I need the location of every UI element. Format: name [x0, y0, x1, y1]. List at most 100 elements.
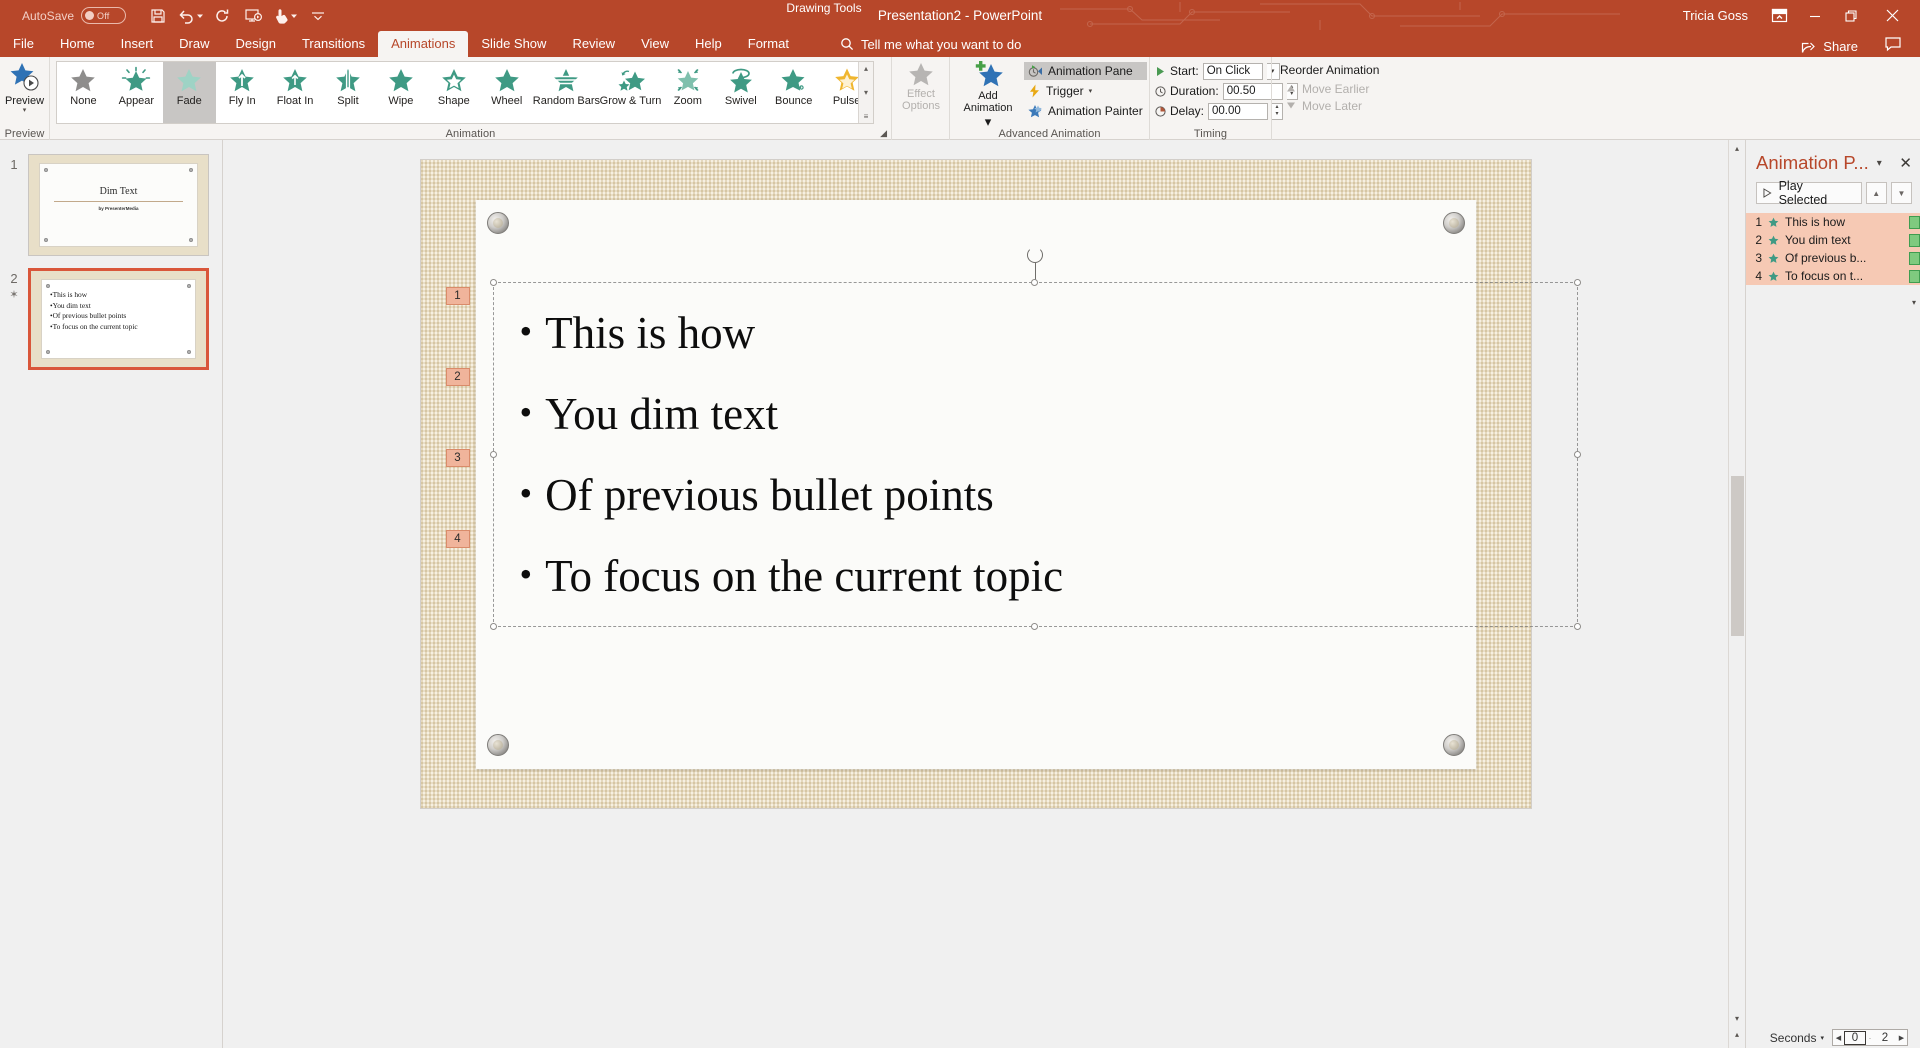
- play-selected-button[interactable]: Play Selected: [1756, 179, 1862, 207]
- animation-number-badge-2[interactable]: 2: [445, 368, 470, 386]
- timeline-value-left[interactable]: 0: [1844, 1030, 1866, 1045]
- animation-item-4-duration-bar[interactable]: [1909, 269, 1920, 283]
- tab-draw[interactable]: Draw: [166, 31, 222, 57]
- tab-format[interactable]: Format: [735, 31, 802, 57]
- animation-number-badge-3[interactable]: 3: [445, 449, 470, 467]
- delay-value[interactable]: 00.00: [1208, 102, 1269, 120]
- next-slide-icon[interactable]: ▾: [1729, 1042, 1746, 1048]
- comments-icon[interactable]: [1884, 36, 1902, 55]
- gallery-item-split[interactable]: Split: [322, 62, 375, 123]
- close-icon[interactable]: [1870, 0, 1914, 31]
- save-icon[interactable]: [144, 4, 172, 28]
- content-placeholder-textbox[interactable]: 1 • This is how 2 • You dim text 3 • Of …: [445, 247, 1581, 630]
- resize-handle-top-left[interactable]: [489, 279, 497, 286]
- gallery-item-wipe[interactable]: Wipe: [374, 62, 427, 123]
- gallery-more-icon[interactable]: ≡: [864, 112, 869, 121]
- animation-pane-close-icon[interactable]: ✕: [1899, 156, 1912, 171]
- animation-move-up-button[interactable]: ▲: [1865, 182, 1887, 204]
- undo-icon[interactable]: [176, 4, 204, 28]
- gallery-item-float-in[interactable]: Float In: [269, 62, 322, 123]
- thumbnail-row-2[interactable]: 2 ✶ •This is how •You dim text •Of previ…: [0, 268, 222, 370]
- gallery-scrollbar[interactable]: ▴ ▾ ≡: [858, 62, 873, 123]
- gallery-item-fade[interactable]: Fade: [162, 62, 216, 123]
- gallery-scroll-up-icon[interactable]: ▴: [864, 64, 868, 73]
- bullet-list[interactable]: 1 • This is how 2 • You dim text 3 • Of …: [445, 283, 1577, 617]
- gallery-scroll-down-icon[interactable]: ▾: [864, 88, 868, 97]
- scroll-thumb[interactable]: [1730, 476, 1744, 636]
- animation-item-3-duration-bar[interactable]: [1909, 251, 1920, 265]
- autosave-toggle[interactable]: Off: [81, 7, 127, 24]
- resize-handle-bottom-right[interactable]: [1573, 623, 1581, 630]
- animation-list-item-2[interactable]: 2 You dim text: [1746, 231, 1920, 249]
- slide-thumbnail-1[interactable]: Dim Text by PresenterMedia: [28, 154, 209, 256]
- slide-thumbnail-2[interactable]: •This is how •You dim text •Of previous …: [28, 268, 209, 370]
- gallery-item-none[interactable]: None: [57, 62, 110, 123]
- tab-home[interactable]: Home: [47, 31, 108, 57]
- gallery-item-random-bars[interactable]: Random Bars: [533, 62, 600, 123]
- animation-painter-button[interactable]: Animation Painter: [1024, 102, 1147, 120]
- canvas-vertical-scrollbar[interactable]: ▴ ▾ ▴ ▾: [1728, 140, 1746, 1048]
- tab-review[interactable]: Review: [559, 31, 628, 57]
- share-button[interactable]: Share: [1801, 39, 1858, 54]
- tab-help[interactable]: Help: [682, 31, 735, 57]
- animation-pane-button[interactable]: Animation Pane: [1024, 62, 1147, 80]
- scroll-down-icon[interactable]: ▾: [1729, 1010, 1746, 1026]
- add-animation-button[interactable]: Add Animation ▾: [956, 60, 1020, 130]
- timeline-scale-control[interactable]: ◀ 0 · 2 ▶: [1832, 1029, 1908, 1046]
- animation-list-item-1[interactable]: 1 This is how: [1746, 213, 1920, 231]
- seconds-chevron-down-icon[interactable]: ▾: [1820, 1034, 1824, 1042]
- slide-surface[interactable]: 1 • This is how 2 • You dim text 3 • Of …: [420, 160, 1581, 808]
- resize-handle-bottom-center[interactable]: [1031, 623, 1038, 630]
- animation-move-down-button[interactable]: ▼: [1890, 182, 1912, 204]
- thumbnail-row-1[interactable]: 1 Dim Text by PresenterMedia: [0, 154, 222, 256]
- minimize-icon[interactable]: [1798, 3, 1832, 29]
- chevron-down-icon[interactable]: ▾: [23, 107, 27, 114]
- tab-animations[interactable]: Animations: [378, 31, 469, 57]
- resize-handle-middle-right[interactable]: [1573, 450, 1581, 458]
- tab-design[interactable]: Design: [223, 31, 289, 57]
- gallery-item-appear[interactable]: Appear: [110, 62, 163, 123]
- tab-insert[interactable]: Insert: [108, 31, 167, 57]
- touch-mode-icon[interactable]: [272, 4, 300, 28]
- resize-handle-middle-left[interactable]: [489, 450, 497, 458]
- seconds-dropdown[interactable]: Seconds ▾: [1770, 1031, 1824, 1045]
- autosave-control[interactable]: AutoSave Off: [22, 7, 127, 24]
- gallery-item-bounce[interactable]: Bounce: [767, 62, 820, 123]
- gallery-item-wheel[interactable]: Wheel: [480, 62, 533, 123]
- rotation-handle[interactable]: [1027, 247, 1043, 263]
- gallery-item-zoom[interactable]: Zoom: [661, 62, 714, 123]
- animation-list-item-4[interactable]: 4 To focus on t...: [1746, 267, 1920, 285]
- gallery-item-fly-in[interactable]: Fly In: [216, 62, 269, 123]
- timeline-right-arrow-icon[interactable]: ▶: [1896, 1034, 1907, 1042]
- animation-dialog-launcher[interactable]: ◢: [880, 128, 887, 139]
- timeline-left-arrow-icon[interactable]: ◀: [1833, 1034, 1844, 1042]
- animation-list-scroll-down-icon[interactable]: ▾: [1912, 298, 1916, 307]
- tab-view[interactable]: View: [628, 31, 682, 57]
- restore-icon[interactable]: [1834, 3, 1868, 29]
- customize-qat-icon[interactable]: [304, 4, 332, 28]
- animation-list-item-3[interactable]: 3 Of previous b...: [1746, 249, 1920, 267]
- start-from-beginning-icon[interactable]: [240, 4, 268, 28]
- tab-transitions[interactable]: Transitions: [289, 31, 378, 57]
- tab-slide-show[interactable]: Slide Show: [468, 31, 559, 57]
- ribbon-display-options-icon[interactable]: [1762, 3, 1796, 29]
- timeline-value-right[interactable]: 2: [1874, 1032, 1896, 1044]
- slide-thumbnail-panel[interactable]: 1 Dim Text by PresenterMedia 2 ✶ •This i…: [0, 140, 223, 1048]
- animation-number-badge-4[interactable]: 4: [445, 530, 470, 548]
- gallery-item-swivel[interactable]: Swivel: [714, 62, 767, 123]
- resize-handle-top-right[interactable]: [1573, 279, 1581, 286]
- gallery-item-grow-and-turn[interactable]: Grow & Turn: [600, 62, 661, 123]
- tell-me-search[interactable]: Tell me what you want to do: [840, 31, 1021, 57]
- animation-item-2-duration-bar[interactable]: [1909, 233, 1920, 247]
- preview-button[interactable]: Preview ▾: [0, 57, 49, 114]
- resize-handle-top-center[interactable]: [1031, 279, 1038, 286]
- gallery-item-shape[interactable]: Shape: [427, 62, 480, 123]
- scroll-up-icon[interactable]: ▴: [1729, 140, 1746, 156]
- resize-handle-bottom-left[interactable]: [489, 623, 497, 630]
- animation-item-1-duration-bar[interactable]: [1909, 215, 1920, 229]
- start-value[interactable]: On Click: [1202, 62, 1263, 80]
- user-account-name[interactable]: Tricia Goss: [1683, 8, 1748, 23]
- redo-icon[interactable]: [208, 4, 236, 28]
- tab-file[interactable]: File: [0, 31, 47, 57]
- animation-pane-menu-chevron-down-icon[interactable]: ▾: [1877, 158, 1882, 169]
